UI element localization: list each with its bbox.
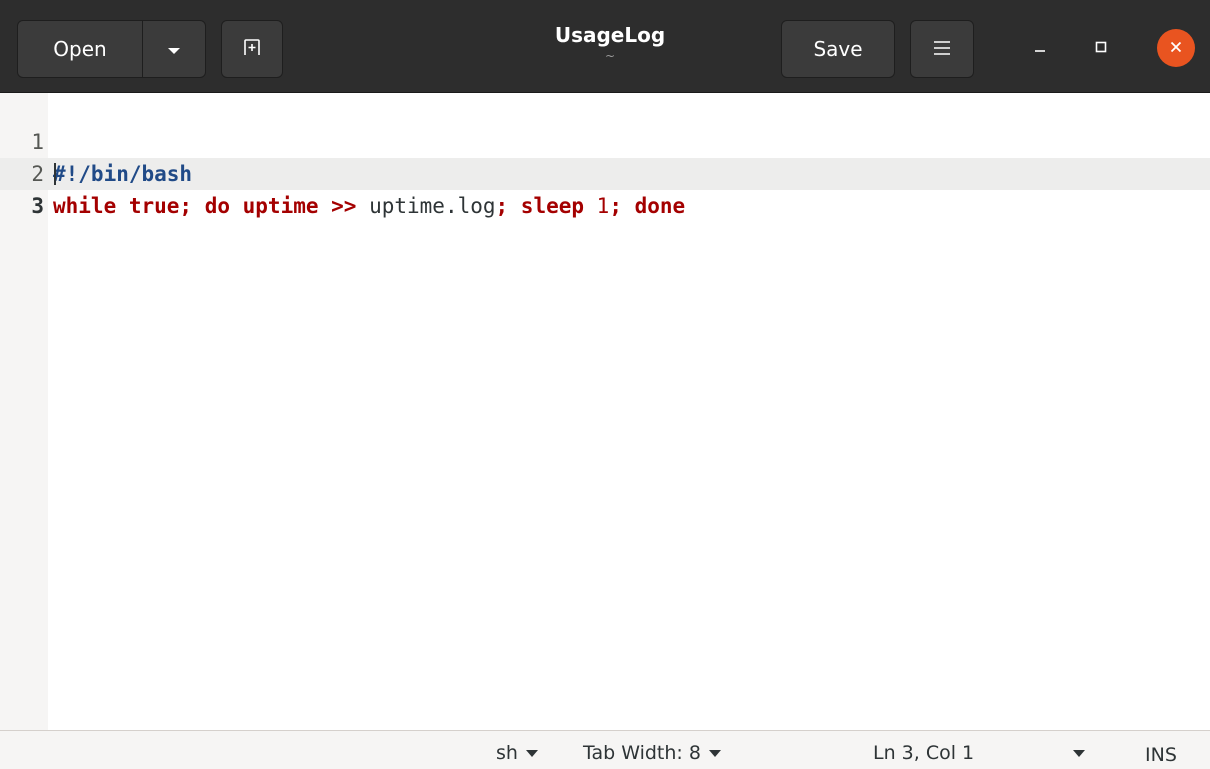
keyword-token: while true; do uptime >> <box>53 194 357 218</box>
hamburger-menu-button[interactable] <box>910 20 974 78</box>
chevron-down-icon <box>708 749 721 757</box>
new-tab-icon <box>242 37 262 62</box>
save-button-label: Save <box>813 37 863 61</box>
cursor-position-selector[interactable]: Ln 3, Col 1 <box>873 739 974 767</box>
text-cursor <box>54 163 56 185</box>
line-number: 3 <box>31 194 44 218</box>
chevron-down-icon <box>1073 749 1085 757</box>
gedit-window: Open UsageLog ~ Save 1 #!/bin/bash 2 whi… <box>0 0 1210 769</box>
keyword-token: ; sleep <box>495 194 597 218</box>
position-menu-button[interactable] <box>1073 739 1085 767</box>
window-subtitle: ~ <box>604 49 616 63</box>
keyword-token: ; done <box>609 194 686 218</box>
chevron-down-icon <box>525 749 538 757</box>
line-code: while true; do uptime >> uptime.log; sle… <box>53 190 685 222</box>
maximize-icon <box>1094 39 1108 58</box>
code-line-current[interactable]: 3 <box>0 158 1210 218</box>
minimize-button[interactable] <box>1022 30 1058 66</box>
maximize-button[interactable] <box>1083 30 1119 66</box>
insert-mode-label: INS <box>1145 744 1177 766</box>
code-line[interactable]: 1 #!/bin/bash <box>0 94 1210 186</box>
window-title: UsageLog <box>554 23 666 47</box>
close-button[interactable] <box>1157 29 1195 67</box>
cursor-position-label: Ln 3, Col 1 <box>873 742 975 764</box>
open-menu-button[interactable] <box>142 20 206 78</box>
chevron-down-icon <box>166 37 182 61</box>
tab-width-label: Tab Width: 8 <box>583 742 701 764</box>
plain-token: uptime.log <box>356 194 496 218</box>
language-label: sh <box>496 742 518 764</box>
language-selector[interactable]: sh <box>496 739 538 767</box>
open-button[interactable]: Open <box>17 20 143 78</box>
header-bar: Open UsageLog ~ Save <box>0 0 1210 93</box>
status-bar: sh Tab Width: 8 Ln 3, Col 1 INS <box>0 730 1210 769</box>
new-tab-button[interactable] <box>221 20 283 78</box>
save-button[interactable]: Save <box>781 20 895 78</box>
text-editor[interactable]: 1 #!/bin/bash 2 while true; do uptime >>… <box>0 93 1210 730</box>
hamburger-menu-icon <box>933 37 951 61</box>
tab-width-selector[interactable]: Tab Width: 8 <box>583 739 721 767</box>
code-line[interactable]: 2 while true; do uptime >> uptime.log; s… <box>0 126 1210 218</box>
close-icon <box>1169 39 1183 58</box>
number-token: 1 <box>596 194 610 218</box>
insert-mode-indicator[interactable]: INS <box>1145 741 1177 769</box>
open-button-label: Open <box>53 37 107 61</box>
title-area: UsageLog ~ <box>470 20 750 62</box>
minimize-icon <box>1033 39 1047 58</box>
